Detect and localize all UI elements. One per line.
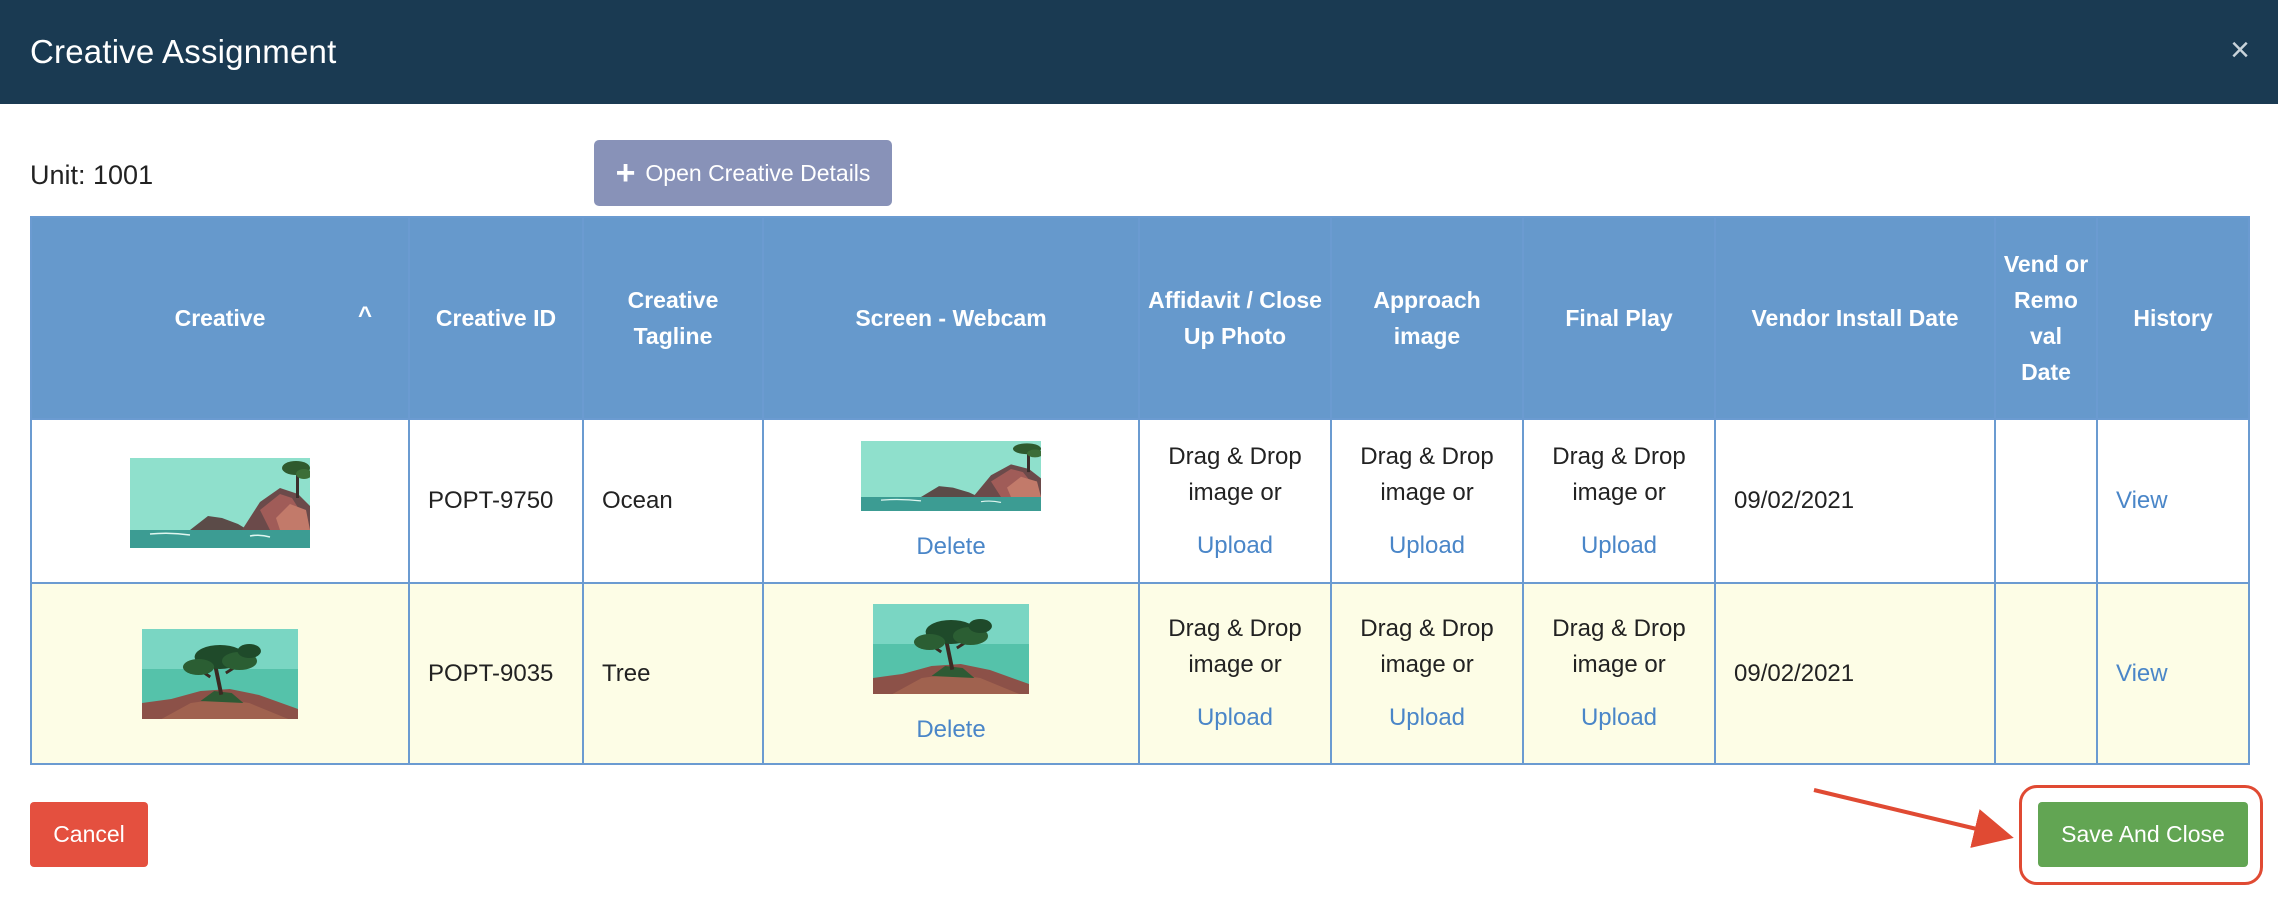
drop-zone-text: Drag & Drop image or: [1360, 442, 1494, 506]
removal-date-cell: [1994, 418, 2098, 584]
view-history-link[interactable]: View: [2116, 660, 2168, 687]
column-header-history: History: [2096, 216, 2250, 420]
cancel-button[interactable]: Cancel: [30, 802, 148, 867]
history-cell: View: [2096, 582, 2250, 765]
creative-cell: [30, 418, 410, 584]
final-play-upload-cell[interactable]: Drag & Drop image or Upload: [1522, 418, 1716, 584]
drop-zone-text: Drag & Drop image or: [1552, 442, 1686, 506]
column-header-screen-webcam: Screen - Webcam: [762, 216, 1140, 420]
column-header-install-date: Vendor Install Date: [1714, 216, 1996, 420]
creative-id-cell: POPT-9035: [408, 582, 584, 765]
upload-link[interactable]: Upload: [1389, 528, 1465, 564]
dialog-title: Creative Assignment: [30, 33, 337, 70]
approach-upload-cell[interactable]: Drag & Drop image or Upload: [1330, 418, 1524, 584]
column-header-final-play: Final Play: [1522, 216, 1716, 420]
screen-webcam-cell: Delete: [762, 582, 1140, 765]
tagline-cell: Tree: [582, 582, 764, 765]
ocean-coast-image: [861, 441, 1041, 511]
upload-link[interactable]: Upload: [1197, 700, 1273, 736]
upload-link[interactable]: Upload: [1389, 700, 1465, 736]
cypress-tree-image: [873, 604, 1029, 694]
upload-link[interactable]: Upload: [1197, 528, 1273, 564]
drop-zone-text: Drag & Drop image or: [1552, 615, 1686, 678]
creative-cell: [30, 582, 410, 765]
ocean-coast-image: [130, 458, 310, 548]
final-play-upload-cell[interactable]: Drag & Drop image or Upload: [1522, 582, 1716, 765]
install-date-cell: 09/02/2021: [1714, 582, 1996, 765]
open-creative-details-button[interactable]: + Open Creative Details: [594, 140, 892, 206]
drop-zone-text: Drag & Drop image or: [1168, 615, 1302, 678]
column-header-creative[interactable]: Creative ^: [30, 216, 410, 420]
drop-zone-text: Drag & Drop image or: [1360, 615, 1494, 678]
column-header-affidavit: Affidavit / Close Up Photo: [1138, 216, 1332, 420]
affidavit-upload-cell[interactable]: Drag & Drop image or Upload: [1138, 582, 1332, 765]
creative-id-cell: POPT-9750: [408, 418, 584, 584]
close-icon[interactable]: ×: [2230, 30, 2250, 70]
cypress-tree-image: [142, 629, 298, 719]
delete-link[interactable]: Delete: [916, 533, 985, 561]
column-header-approach-image: Approach image: [1330, 216, 1524, 420]
table-row: POPT-9750 Ocean Delete Drag & Drop image…: [30, 418, 2250, 584]
table-header-row: Creative ^ Creative ID Creative Tagline …: [30, 216, 2250, 420]
plus-icon: +: [615, 154, 636, 192]
affidavit-upload-cell[interactable]: Drag & Drop image or Upload: [1138, 418, 1332, 584]
approach-upload-cell[interactable]: Drag & Drop image or Upload: [1330, 582, 1524, 765]
column-header-removal-date: Vend or Remo val Date: [1994, 216, 2098, 420]
column-header-label: Creative: [174, 305, 266, 331]
upload-link[interactable]: Upload: [1581, 528, 1657, 564]
removal-date-cell: [1994, 582, 2098, 765]
upload-link[interactable]: Upload: [1581, 700, 1657, 736]
view-history-link[interactable]: View: [2116, 487, 2168, 514]
column-header-creative-id: Creative ID: [408, 216, 584, 420]
install-date-cell: 09/02/2021: [1714, 418, 1996, 584]
dialog-header: Creative Assignment ×: [0, 0, 2278, 104]
creative-table: Creative ^ Creative ID Creative Tagline …: [30, 216, 2250, 765]
tagline-cell: Ocean: [582, 418, 764, 584]
delete-link[interactable]: Delete: [916, 716, 985, 744]
history-cell: View: [2096, 418, 2250, 584]
table-row: POPT-9035 Tree Delete Drag & Drop image …: [30, 582, 2250, 765]
open-creative-details-label: Open Creative Details: [645, 159, 871, 186]
column-header-tagline: Creative Tagline: [582, 216, 764, 420]
highlight-arrow-icon: [1813, 788, 2014, 848]
screen-webcam-cell: Delete: [762, 418, 1140, 584]
save-and-close-button[interactable]: Save And Close: [2038, 802, 2248, 867]
sort-ascending-icon[interactable]: ^: [358, 298, 372, 334]
drop-zone-text: Drag & Drop image or: [1168, 442, 1302, 506]
unit-label: Unit: 1001: [30, 160, 154, 190]
